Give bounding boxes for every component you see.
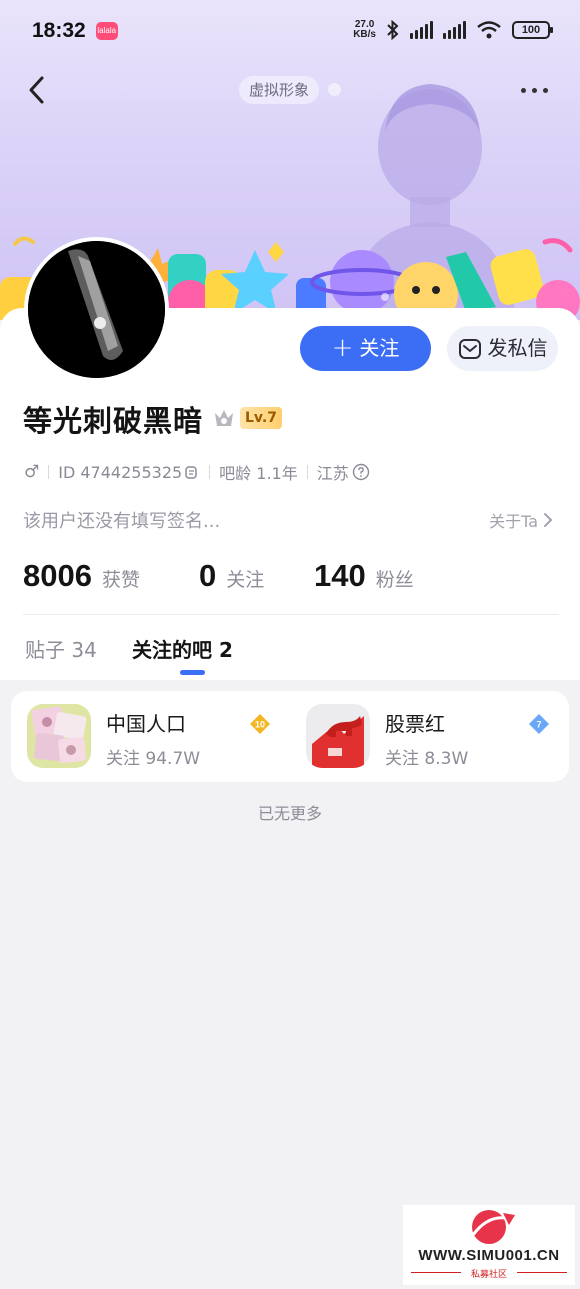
meta-divider [306, 465, 308, 479]
bar-item[interactable]: 中国人口 关注 94.7W 10 [27, 704, 277, 770]
more-options-icon[interactable] [516, 78, 552, 102]
tab-followed-bars[interactable]: 关注的吧 2 [132, 634, 233, 663]
mail-icon [458, 338, 481, 359]
battery-icon: 100 [512, 21, 553, 39]
crown-badge-icon [215, 410, 233, 426]
stat-label: 粉丝 [375, 569, 414, 591]
about-link[interactable]: 关于Ta [489, 508, 554, 532]
status-icons: 27.0 KB/s 100 [353, 19, 553, 40]
user-id: ID 4744255325 [58, 462, 183, 482]
svg-text:10: 10 [255, 720, 265, 730]
active-tab-indicator [180, 670, 205, 675]
bluetooth-icon [387, 20, 399, 40]
signal-icon-2 [443, 21, 466, 39]
profile-meta: ♂ ID 4744255325 吧龄 1.1年 江苏 [24, 460, 370, 484]
svg-text:7: 7 [536, 720, 541, 730]
bar-thumbnail [27, 704, 91, 768]
bar-name: 股票红 [385, 712, 445, 736]
bar-item[interactable]: 股票红 关注 8.3W 7 [306, 704, 556, 770]
watermark-logo-icon [471, 1210, 515, 1244]
location: 江苏 [316, 464, 349, 483]
network-speed: 27.0 KB/s [353, 19, 376, 40]
bar-thumbnail [306, 704, 370, 768]
stat-likes[interactable]: 8006 获赞 [23, 558, 140, 594]
tab-posts[interactable]: 贴子 34 [25, 634, 97, 663]
question-icon[interactable] [352, 463, 370, 481]
virtual-avatar-chip[interactable]: 虚拟形象 [239, 76, 320, 104]
watermark-line [517, 1272, 567, 1273]
meta-divider [48, 465, 50, 479]
no-more-text: 已无更多 [257, 804, 322, 823]
bar-follow-count: 关注 94.7W [106, 749, 201, 769]
bar-name: 中国人口 [106, 712, 186, 736]
about-label: 关于Ta [489, 512, 538, 531]
stat-value: 140 [314, 558, 366, 593]
watermark: WWW.SIMU001.CN 私募社区 [403, 1205, 575, 1285]
stat-fans[interactable]: 140 粉丝 [314, 558, 414, 594]
bar-level-badge-icon: 7 [529, 714, 549, 734]
plus-icon: + [331, 333, 354, 363]
avatar-image [28, 241, 165, 378]
level-badge: Lv.7 [240, 407, 282, 429]
profile-tabs: 贴子 34 关注的吧 2 [0, 630, 580, 678]
user-avatar[interactable] [24, 237, 169, 382]
username: 等光刺破黑暗 [23, 404, 204, 438]
copy-icon[interactable] [184, 464, 200, 480]
status-bar: 18:32 lalala 27.0 KB/s 100 [0, 0, 580, 62]
bar-level-badge-icon: 10 [250, 714, 270, 734]
watermark-url: WWW.SIMU001.CN [418, 1247, 560, 1264]
private-message-button[interactable]: 发私信 [447, 326, 558, 371]
stat-following[interactable]: 0 关注 [199, 558, 264, 594]
stat-label: 获赞 [101, 569, 140, 591]
app-notification-icon: lalala [95, 22, 118, 40]
gender-icon: ♂ [24, 462, 40, 482]
meta-divider [209, 465, 211, 479]
stat-value: 8006 [23, 558, 92, 593]
signal-icon [410, 21, 433, 39]
wifi-icon [477, 21, 501, 39]
bar-follow-count: 关注 8.3W [385, 749, 469, 769]
status-time: 18:32 [32, 19, 86, 42]
back-arrow-icon[interactable] [22, 70, 58, 110]
watermark-subtitle: 私募社区 [470, 1270, 507, 1280]
stat-value: 0 [199, 558, 217, 593]
divider [23, 614, 559, 615]
followed-bars-list: 中国人口 关注 94.7W 10 股票红 关注 8.3W 7 [11, 691, 569, 782]
message-label: 发私信 [487, 336, 548, 360]
chip-dot [328, 83, 341, 96]
follow-label: 关注 [359, 336, 400, 360]
stat-label: 关注 [226, 569, 265, 591]
chevron-right-icon [544, 513, 553, 527]
bar-age: 吧龄 1.1年 [219, 464, 298, 483]
follow-button[interactable]: + 关注 [300, 326, 431, 371]
user-signature: 该用户还没有填写签名... [23, 511, 221, 532]
